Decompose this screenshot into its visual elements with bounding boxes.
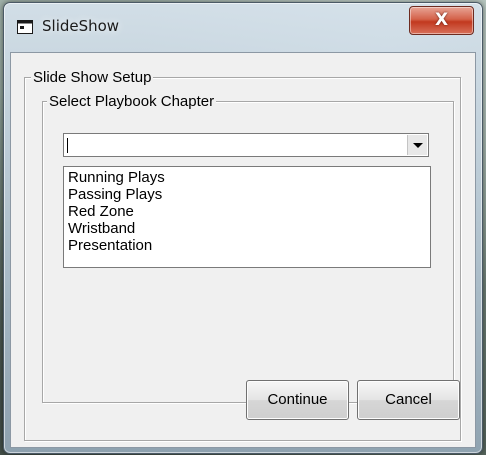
chevron-down-icon bbox=[413, 143, 423, 148]
list-item-red-zone[interactable]: Red Zone bbox=[68, 203, 134, 220]
chapter-listbox[interactable]: Running Plays Passing Plays Red Zone Wri… bbox=[63, 166, 431, 268]
select-playbook-chapter-label: Select Playbook Chapter bbox=[47, 93, 217, 110]
window-title: SlideShow bbox=[42, 17, 120, 35]
text-caret bbox=[67, 138, 68, 153]
close-icon: X bbox=[434, 10, 449, 30]
continue-button[interactable]: Continue bbox=[246, 380, 349, 420]
close-button[interactable]: X bbox=[409, 6, 474, 35]
chapter-combobox[interactable] bbox=[63, 133, 429, 157]
slide-show-setup-label: Slide Show Setup bbox=[31, 69, 154, 86]
list-item-wristband[interactable]: Wristband bbox=[68, 220, 135, 237]
cancel-button[interactable]: Cancel bbox=[357, 380, 460, 420]
list-item-presentation[interactable]: Presentation bbox=[68, 237, 152, 254]
title-bar[interactable]: SlideShow X bbox=[4, 3, 482, 51]
list-item-running-plays[interactable]: Running Plays bbox=[68, 169, 165, 186]
combobox-dropdown-button[interactable] bbox=[407, 135, 427, 155]
dialog-client-area: Slide Show Setup Select Playbook Chapter… bbox=[10, 52, 476, 448]
list-item-passing-plays[interactable]: Passing Plays bbox=[68, 186, 162, 203]
slideshow-window: SlideShow X Slide Show Setup Select Play… bbox=[3, 2, 483, 454]
window-app-icon bbox=[17, 20, 33, 34]
